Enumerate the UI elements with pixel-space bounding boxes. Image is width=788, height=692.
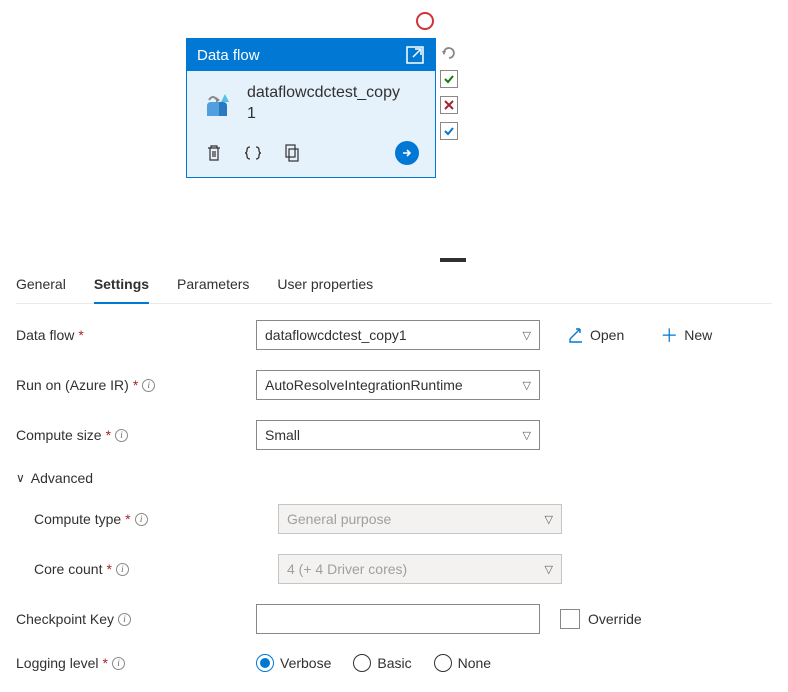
settings-tabs: General Settings Parameters User propert… <box>16 270 772 304</box>
tab-user-properties[interactable]: User properties <box>277 270 373 303</box>
code-braces-icon[interactable] <box>243 143 263 163</box>
label-checkpoint: Checkpoint Key i <box>16 611 256 627</box>
new-button[interactable]: ＋ New <box>660 322 712 348</box>
row-run-on: Run on (Azure IR) * i AutoResolveIntegra… <box>16 370 772 400</box>
label-data-flow: Data flow * <box>16 327 256 343</box>
next-arrow-icon[interactable] <box>395 141 419 165</box>
run-on-select[interactable]: AutoResolveIntegrationRuntime ▽ <box>256 370 540 400</box>
status-fail-icon[interactable] <box>440 96 458 114</box>
advanced-toggle[interactable]: ∨ Advanced <box>16 470 772 486</box>
status-check-icon[interactable] <box>440 122 458 140</box>
settings-form: Data flow * dataflowcdctest_copy1 ▽ Open… <box>16 320 772 692</box>
advanced-label: Advanced <box>31 470 93 486</box>
run-on-select-value: AutoResolveIntegrationRuntime <box>265 377 463 393</box>
row-logging: Logging level * i Verbose Basic None <box>16 654 772 672</box>
copy-icon[interactable] <box>283 143 301 163</box>
dataflow-icon <box>201 86 237 122</box>
panel-resize-handle[interactable] <box>440 258 466 262</box>
required-asterisk: * <box>106 427 111 443</box>
row-compute-size: Compute size * i Small ▽ <box>16 420 772 450</box>
tab-general[interactable]: General <box>16 270 66 303</box>
label-data-flow-text: Data flow <box>16 327 74 343</box>
chevron-down-icon: ▽ <box>523 379 531 392</box>
label-compute-size: Compute size * i <box>16 427 256 443</box>
chevron-down-icon: ▽ <box>523 429 531 442</box>
row-compute-type: Compute type * i General purpose ▽ <box>16 504 772 534</box>
activity-card-footer <box>187 135 435 177</box>
info-icon[interactable]: i <box>135 513 148 526</box>
logging-radio-basic[interactable]: Basic <box>353 654 411 672</box>
chevron-down-icon: ▽ <box>545 563 553 576</box>
chevron-down-icon: ▽ <box>523 329 531 342</box>
label-core-count-text: Core count <box>34 561 102 577</box>
label-logging-text: Logging level <box>16 655 99 671</box>
label-run-on: Run on (Azure IR) * i <box>16 377 256 393</box>
logging-verbose-label: Verbose <box>280 655 331 671</box>
info-icon[interactable]: i <box>118 613 131 626</box>
info-icon[interactable]: i <box>112 657 125 670</box>
core-count-select-value: 4 (+ 4 Driver cores) <box>287 561 407 577</box>
checkpoint-input[interactable] <box>256 604 540 634</box>
override-checkbox[interactable] <box>560 609 580 629</box>
compute-type-select-value: General purpose <box>287 511 391 527</box>
core-count-select: 4 (+ 4 Driver cores) ▽ <box>278 554 562 584</box>
activity-card[interactable]: Data flow dataflowcdctest_copy1 <box>186 38 436 178</box>
logging-radios: Verbose Basic None <box>256 654 491 672</box>
data-flow-select[interactable]: dataflowcdctest_copy1 ▽ <box>256 320 540 350</box>
activity-name: dataflowcdctest_copy1 <box>247 83 407 125</box>
plus-icon: ＋ <box>660 322 678 348</box>
activity-card-header-title: Data flow <box>197 47 260 64</box>
radio-icon <box>256 654 274 672</box>
status-marks <box>440 44 458 140</box>
attention-marker <box>416 12 434 30</box>
info-icon[interactable]: i <box>142 379 155 392</box>
required-asterisk: * <box>103 655 108 671</box>
label-checkpoint-text: Checkpoint Key <box>16 611 114 627</box>
open-button-label: Open <box>590 327 624 343</box>
logging-radio-none[interactable]: None <box>434 654 491 672</box>
label-run-on-text: Run on (Azure IR) <box>16 377 129 393</box>
required-asterisk: * <box>125 511 130 527</box>
row-data-flow: Data flow * dataflowcdctest_copy1 ▽ Open… <box>16 320 772 350</box>
required-asterisk: * <box>78 327 83 343</box>
label-compute-type: Compute type * i <box>16 511 278 527</box>
redo-icon[interactable] <box>440 44 458 62</box>
data-flow-select-value: dataflowcdctest_copy1 <box>265 327 407 343</box>
compute-size-select[interactable]: Small ▽ <box>256 420 540 450</box>
logging-none-label: None <box>458 655 491 671</box>
label-compute-type-text: Compute type <box>34 511 121 527</box>
info-icon[interactable]: i <box>115 429 128 442</box>
open-button[interactable]: Open <box>568 322 624 348</box>
radio-icon <box>353 654 371 672</box>
required-asterisk: * <box>133 377 138 393</box>
open-external-icon[interactable] <box>405 45 425 65</box>
override-label: Override <box>588 611 642 627</box>
required-asterisk: * <box>106 561 111 577</box>
chevron-down-icon: ∨ <box>16 471 25 485</box>
row-core-count: Core count * i 4 (+ 4 Driver cores) ▽ <box>16 554 772 584</box>
delete-icon[interactable] <box>205 143 223 163</box>
new-button-label: New <box>684 327 712 343</box>
label-core-count: Core count * i <box>16 561 278 577</box>
info-icon[interactable]: i <box>116 563 129 576</box>
override-wrap: Override <box>560 609 642 629</box>
label-logging: Logging level * i <box>16 655 256 671</box>
compute-size-select-value: Small <box>265 427 300 443</box>
data-flow-actions: Open ＋ New <box>568 322 712 348</box>
compute-type-select: General purpose ▽ <box>278 504 562 534</box>
tab-settings[interactable]: Settings <box>94 270 149 304</box>
row-checkpoint: Checkpoint Key i Override <box>16 604 772 634</box>
activity-card-header: Data flow <box>187 39 435 71</box>
logging-basic-label: Basic <box>377 655 411 671</box>
label-compute-size-text: Compute size <box>16 427 102 443</box>
tab-parameters[interactable]: Parameters <box>177 270 249 303</box>
activity-card-body: dataflowcdctest_copy1 <box>187 71 435 135</box>
status-success-icon[interactable] <box>440 70 458 88</box>
logging-radio-verbose[interactable]: Verbose <box>256 654 331 672</box>
chevron-down-icon: ▽ <box>545 513 553 526</box>
radio-icon <box>434 654 452 672</box>
